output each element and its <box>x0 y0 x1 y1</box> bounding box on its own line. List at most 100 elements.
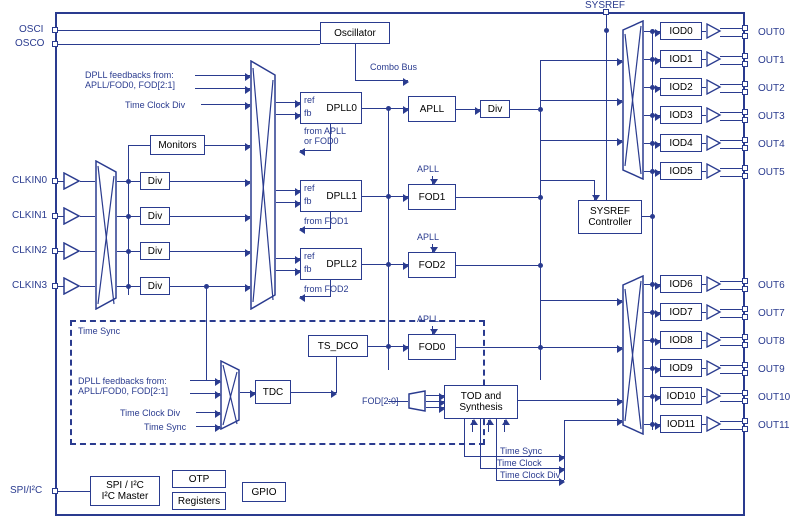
iod2-label: IOD2 <box>669 82 692 93</box>
wire-fb1 <box>195 75 250 76</box>
port-clkin0: CLKIN0 <box>12 175 47 186</box>
iod8-label: IOD8 <box>669 335 692 346</box>
iod11: IOD11 <box>660 415 702 433</box>
dpll2-fb: fb <box>304 264 312 274</box>
dpll0-ref: ref <box>304 95 315 105</box>
wire-osci <box>58 30 320 31</box>
dpll1-fb: fb <box>304 196 312 206</box>
out-mux-top <box>622 20 644 180</box>
port-clkin3: CLKIN3 <box>12 280 47 291</box>
oscillator-block: Oscillator <box>320 22 390 44</box>
wire-osc-h <box>355 80 390 81</box>
monitors-block: Monitors <box>150 135 205 155</box>
iod10: IOD10 <box>660 387 702 405</box>
tdc-label: TDC <box>263 387 284 398</box>
dpll-fb-label: DPLL feedbacks from: APLL/FOD0, FOD[2:1] <box>85 70 175 90</box>
dpll0-label: DPLL0 <box>326 103 357 114</box>
port-out2: OUT2 <box>758 83 785 94</box>
out-mux-bot <box>622 275 644 435</box>
div2: Div <box>140 242 170 260</box>
sysref-controller: SYSREF Controller <box>578 200 642 234</box>
iod0: IOD0 <box>660 22 702 40</box>
registers-block: Registers <box>172 492 226 510</box>
spi-master-label: SPI / I²C I²C Master <box>102 480 149 502</box>
div3-label: Div <box>148 281 162 292</box>
time-sync-title: Time Sync <box>78 326 120 336</box>
tdc-block: TDC <box>255 380 291 404</box>
fod1-block: FOD1 <box>408 184 456 210</box>
port-osci: OSCI <box>19 24 43 35</box>
iod7-label: IOD7 <box>669 307 692 318</box>
fod2-label: FOD2 <box>419 260 446 271</box>
wire-osc-down <box>355 44 356 80</box>
apll-small2: APLL <box>417 232 439 242</box>
iod9-label: IOD9 <box>669 363 692 374</box>
apll-block: APLL <box>408 96 456 122</box>
port-out10: OUT10 <box>758 392 790 403</box>
wire-osc-apll <box>390 80 408 81</box>
from-fod1: from FOD1 <box>304 216 349 226</box>
monitors-label: Monitors <box>158 140 196 151</box>
from-fod2: from FOD2 <box>304 284 349 294</box>
apll-label: APLL <box>420 104 444 115</box>
iod1: IOD1 <box>660 50 702 68</box>
apll-small1: APLL <box>417 164 439 174</box>
combo-bus-label: Combo Bus <box>370 62 417 72</box>
spi-master-block: SPI / I²C I²C Master <box>90 476 160 506</box>
tcd-label2: Time Clock Div <box>120 408 180 418</box>
registers-label: Registers <box>178 496 220 507</box>
iod8: IOD8 <box>660 331 702 349</box>
port-clkin2: CLKIN2 <box>12 245 47 256</box>
fb-arrow-dpll0 <box>300 150 330 151</box>
iod2: IOD2 <box>660 78 702 96</box>
wire-fb2 <box>195 88 250 89</box>
time-clock-div-label: Time Clock Div <box>125 100 185 110</box>
buf-clkin1 <box>63 207 81 225</box>
apll-div: Div <box>480 100 510 118</box>
buf-clkin3 <box>63 277 81 295</box>
gpio-label: GPIO <box>251 487 276 498</box>
iod11-label: IOD11 <box>667 419 695 430</box>
iod1-label: IOD1 <box>669 54 692 65</box>
port-out1: OUT1 <box>758 55 785 66</box>
otp-block: OTP <box>172 470 226 488</box>
iod0-label: IOD0 <box>669 26 692 37</box>
wire-osco <box>58 44 320 45</box>
port-out9: OUT9 <box>758 364 785 375</box>
port-out11: OUT11 <box>758 420 790 431</box>
wire-tcd <box>201 104 250 105</box>
diagram-canvas: OSCI OSCO CLKIN0 CLKIN1 CLKIN2 CLKIN3 SP… <box>0 0 800 528</box>
iod6: IOD6 <box>660 275 702 293</box>
port-out3: OUT3 <box>758 111 785 122</box>
otp-label: OTP <box>189 474 210 485</box>
port-out6: OUT6 <box>758 280 785 291</box>
ts-label2: Time Sync <box>144 422 186 432</box>
from-apll-fod0: from APLL or FOD0 <box>304 126 346 146</box>
tdc-mux <box>220 360 240 430</box>
iod7: IOD7 <box>660 303 702 321</box>
iod3: IOD3 <box>660 106 702 124</box>
sysref-ctrl-label: SYSREF Controller <box>588 206 631 228</box>
wire-mon-h <box>128 145 150 146</box>
fod2-block: FOD2 <box>408 252 456 278</box>
iod10-label: IOD10 <box>667 391 696 402</box>
dpll1-ref: ref <box>304 183 315 193</box>
dpll0-fb: fb <box>304 108 312 118</box>
iod3-label: IOD3 <box>669 110 692 121</box>
iod4-label: IOD4 <box>669 138 692 149</box>
iod6-label: IOD6 <box>669 279 692 290</box>
buf-clkin2 <box>63 242 81 260</box>
dpll2-label: DPLL2 <box>326 259 357 270</box>
iod9: IOD9 <box>660 359 702 377</box>
port-out4: OUT4 <box>758 139 785 150</box>
dpll2-ref: ref <box>304 251 315 261</box>
port-clkin1: CLKIN1 <box>12 210 47 221</box>
center-mux <box>250 60 276 310</box>
div0: Div <box>140 172 170 190</box>
div1: Div <box>140 207 170 225</box>
div2-label: Div <box>148 246 162 257</box>
ts-out: Time Sync <box>500 446 542 456</box>
dpll-fb-label2: DPLL feedbacks from: APLL/FOD0, FOD[2:1] <box>78 376 168 396</box>
port-out8: OUT8 <box>758 336 785 347</box>
port-out7: OUT7 <box>758 308 785 319</box>
